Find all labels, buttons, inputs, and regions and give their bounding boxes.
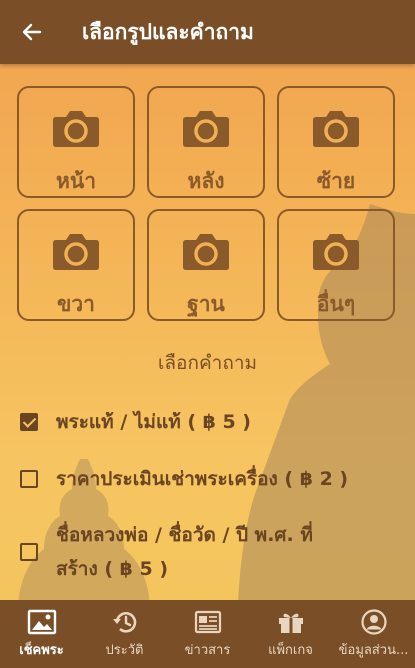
photo-slot-back[interactable]: หลัง <box>147 86 265 198</box>
news-icon <box>194 610 221 633</box>
photo-slot-label: ฐาน <box>187 292 225 316</box>
account-icon <box>360 608 387 635</box>
nav-account[interactable]: ข้อมูลส่วน... <box>332 600 415 668</box>
image-icon <box>27 609 56 634</box>
bottom-navigation: เช็คพระ ประวัติ ข่าวสาร แพ็กเกจ ข้อมูลส่… <box>0 600 415 668</box>
question-option-authenticity[interactable]: พระแท้ / ไม่แท้ ( ฿ 5 ) <box>20 405 397 439</box>
checkbox[interactable] <box>20 470 38 488</box>
checkbox[interactable] <box>20 543 38 561</box>
question-option-origin[interactable]: ชื่อหลวงพ่อ / ชื่อวัด / ปี พ.ศ. ที่ สร้า… <box>20 518 397 586</box>
photo-slot-grid: หน้า หลัง ซ้าย ขวา ฐาน อื่นๆ <box>17 86 399 321</box>
question-option-label: พระแท้ / ไม่แท้ ( ฿ 5 ) <box>56 411 251 433</box>
camera-icon <box>53 234 99 270</box>
nav-label: ข้อมูลส่วน... <box>338 642 409 658</box>
photo-slot-label: หน้า <box>56 169 96 193</box>
nav-package[interactable]: แพ็กเกจ <box>249 600 332 668</box>
camera-icon <box>313 111 359 147</box>
photo-slot-label: หลัง <box>187 169 225 193</box>
nav-label: เช็คพระ <box>19 642 64 658</box>
nav-history[interactable]: ประวัติ <box>83 600 166 668</box>
photo-slot-front[interactable]: หน้า <box>17 86 135 198</box>
page-title: เลือกรูปและคำถาม <box>82 19 254 44</box>
question-option-label-line1: ชื่อหลวงพ่อ / ชื่อวัด / ปี พ.ศ. ที่ <box>56 524 313 546</box>
question-option-label-line2: สร้าง ( ฿ 5 ) <box>56 558 169 580</box>
nav-label: ประวัติ <box>105 642 144 658</box>
camera-icon <box>313 234 359 270</box>
photo-slot-label: อื่นๆ <box>316 292 356 316</box>
photo-slot-right[interactable]: ขวา <box>17 209 135 321</box>
question-option-price[interactable]: ราคาประเมินเช่าพระเครื่อง ( ฿ 2 ) <box>20 462 397 496</box>
nav-check-amulet[interactable]: เช็คพระ <box>0 600 83 668</box>
nav-label: ข่าวสาร <box>184 642 231 658</box>
question-option-label: ชื่อหลวงพ่อ / ชื่อวัด / ปี พ.ศ. ที่ สร้า… <box>56 518 313 586</box>
photo-slot-left[interactable]: ซ้าย <box>277 86 395 198</box>
photo-slot-label: ซ้าย <box>316 169 356 193</box>
gift-icon <box>278 613 303 633</box>
history-icon <box>112 611 136 633</box>
camera-icon <box>53 111 99 147</box>
arrow-left-icon[interactable] <box>22 22 42 42</box>
camera-icon <box>183 111 229 147</box>
nav-label: แพ็กเกจ <box>268 642 313 658</box>
app-screen: เลือกรูปและคำถาม หน้า หลัง ซ้าย ขวา ฐาน … <box>0 0 415 668</box>
question-section-title: เลือกคำถาม <box>157 352 258 374</box>
nav-news[interactable]: ข่าวสาร <box>166 600 249 668</box>
top-app-bar: เลือกรูปและคำถาม <box>0 0 415 64</box>
photo-slot-base[interactable]: ฐาน <box>147 209 265 321</box>
checkbox-checked[interactable] <box>20 413 38 431</box>
photo-slot-label: ขวา <box>57 292 95 316</box>
camera-icon <box>183 234 229 270</box>
question-option-label: ราคาประเมินเช่าพระเครื่อง ( ฿ 2 ) <box>56 468 349 490</box>
photo-slot-other[interactable]: อื่นๆ <box>277 209 395 321</box>
